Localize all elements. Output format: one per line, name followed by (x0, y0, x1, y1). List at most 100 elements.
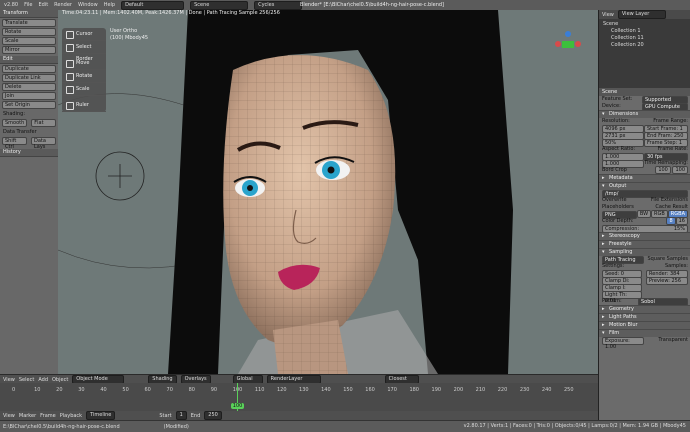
outliner-view-menu[interactable]: View (602, 12, 614, 18)
tool-palette: Cursor Select Border Move Rotate Scale R… (62, 28, 106, 112)
metadata-panel[interactable]: Metadata (599, 174, 690, 182)
scene-breadcrumb: Scene (602, 89, 618, 95)
file-path: E:\BlChar\chel0.5\build4h-ng-hair-pose-c… (3, 423, 120, 430)
rotate-button[interactable]: Rotate (2, 28, 56, 36)
exposure-field[interactable]: Exposure: 1.00 (602, 337, 644, 350)
scale-button[interactable]: Scale (2, 37, 56, 45)
tool-select-border[interactable]: Select Border (62, 41, 106, 62)
delete-button[interactable]: Delete (2, 83, 56, 91)
translate-button[interactable]: Translate (2, 19, 56, 27)
navigation-gizmo[interactable] (555, 31, 581, 48)
menu-file[interactable]: File (24, 2, 32, 8)
film-panel[interactable]: Film (599, 329, 690, 337)
data-lays-button[interactable]: Data Lays (31, 137, 56, 150)
scene-select[interactable]: Scene (190, 0, 249, 10)
outliner-collection-1[interactable]: Collection 1 (603, 28, 687, 35)
smooth-button[interactable]: Smooth (2, 119, 28, 127)
join-button[interactable]: Join (2, 92, 56, 100)
header-menu-object[interactable]: Object (52, 377, 68, 383)
timeline-tick: 140 (321, 387, 331, 393)
timeline-tick: 150 (343, 387, 353, 393)
tool-cursor[interactable]: Cursor (62, 28, 106, 41)
square-samples-checkbox[interactable]: Square Samples (647, 256, 688, 263)
header-menu-add[interactable]: Add (38, 377, 48, 383)
version-label: v2.80 (4, 2, 19, 8)
timeline-tick: 240 (541, 387, 552, 393)
bw-button[interactable]: BW (636, 210, 652, 218)
view-name: User Ortho (110, 28, 138, 34)
header-menu-view[interactable]: View (3, 377, 15, 383)
crop-checkbox[interactable]: Crop (615, 167, 627, 173)
border-checkbox[interactable]: Bord (602, 167, 614, 173)
placeholders-checkbox[interactable]: Placeholders (602, 204, 634, 211)
sampling-panel[interactable]: Sampling (599, 248, 690, 256)
engine-select[interactable]: Cycles (254, 0, 303, 10)
timeline-menu-marker[interactable]: Marker (19, 413, 36, 419)
duplicate-button[interactable]: Duplicate (2, 65, 56, 73)
time-old-field[interactable]: 100 (655, 166, 671, 174)
frame-rate-label: Frame Rate: (657, 146, 688, 152)
shift-ctrl-button[interactable]: Shift Ctrl (2, 137, 27, 150)
workspace-select[interactable]: Default (121, 0, 185, 10)
tool-move[interactable]: Move (62, 57, 106, 70)
timeline-tick: 160 (365, 387, 375, 393)
scene-stats: v2.80.17 | Verts:1 | Faces:0 | Tris:0 | … (463, 423, 686, 429)
header-menu-select[interactable]: Select (19, 377, 34, 383)
frame-range-label: Frame Range: (653, 118, 688, 124)
timeline[interactable]: 0 10 20 30 40 50 60 70 80 90 100 110 120 130 140 150 160… (0, 383, 598, 411)
move-icon (66, 60, 74, 68)
outliner-scene[interactable]: Scene (603, 21, 687, 28)
freestyle-panel[interactable]: Freestyle (599, 240, 690, 248)
mirror-button[interactable]: Mirror (2, 46, 56, 54)
tool-shelf: Transform Translate Rotate Scale Mirror … (0, 10, 59, 374)
menu-window[interactable]: Window (78, 2, 98, 8)
outliner-collection-11[interactable]: Collection 11 (603, 35, 687, 42)
modified-flag: (Modified) (163, 423, 189, 430)
motion-blur-panel[interactable]: Motion Blur (599, 321, 690, 329)
geometry-panel[interactable]: Geometry (599, 305, 690, 313)
menu-help[interactable]: Help (104, 2, 115, 8)
cursor-icon (66, 31, 74, 39)
menu-edit[interactable]: Edit (38, 2, 48, 8)
rgb-button[interactable]: RGB (651, 210, 668, 218)
depth-8-button[interactable]: 8 (666, 217, 676, 225)
status-bar: E:\BlChar\chel0.5\build4h-ng-hair-pose-c… (0, 420, 690, 432)
tool-rotate[interactable]: Rotate (62, 70, 106, 83)
transform-panel-header[interactable]: Transform (0, 10, 58, 18)
duplicate-link-button[interactable]: Duplicate Link (2, 74, 56, 82)
overwrite-checkbox[interactable]: Overwrite (602, 197, 627, 204)
end-label: End (190, 412, 201, 419)
3d-viewport[interactable]: Time:04:23.11 | Mem:1402.40M, Peak:1426.… (58, 10, 598, 374)
timeline-tick: 10 (34, 387, 41, 393)
end-frame-input[interactable]: 250 (204, 411, 222, 420)
time-new-field[interactable]: 100 (672, 166, 688, 174)
edit-panel-header[interactable]: Edit (0, 56, 58, 64)
transparent-checkbox[interactable]: Transparent (658, 337, 688, 344)
light-paths-panel[interactable]: Light Paths (599, 313, 690, 321)
history-panel-header[interactable]: History (0, 149, 58, 157)
color-depth-label: Color Depth: (602, 218, 634, 224)
set-origin-button[interactable]: Set Origin (2, 101, 56, 109)
timeline-menu-playback[interactable]: Playback (60, 413, 82, 419)
timeline-tick: 30 (78, 387, 85, 393)
outliner-collection-20[interactable]: Collection 20 (603, 42, 687, 49)
timeline-menu-frame[interactable]: Frame (40, 413, 56, 419)
editor-type-select[interactable]: Timeline (86, 411, 116, 420)
output-panel[interactable]: Output (599, 182, 690, 190)
start-frame-input[interactable]: 1 (175, 411, 187, 420)
flat-button[interactable]: Flat (31, 119, 56, 127)
file-extensions-checkbox[interactable]: File Extensions (651, 197, 688, 204)
view-layer-select[interactable]: View Layer (617, 10, 666, 19)
timeline-tick: 20 (56, 387, 63, 393)
properties-editor: Scene Feature Set: Supported Device: GPU C… (599, 88, 690, 420)
menu-render[interactable]: Render (54, 2, 72, 8)
tool-scale[interactable]: Scale (62, 83, 106, 96)
stereoscopy-panel[interactable]: Stereoscopy (599, 232, 690, 240)
depth-16-button[interactable]: 16 (675, 217, 688, 225)
settings-label: Settings: (602, 263, 625, 269)
dimensions-panel[interactable]: Dimensions (599, 110, 690, 118)
tool-ruler[interactable]: Ruler (62, 99, 106, 112)
timeline-menu-view[interactable]: View (3, 413, 15, 419)
preview-samples-field[interactable]: Preview: 256 (646, 277, 688, 285)
timeline-tick: 80 (188, 387, 195, 393)
